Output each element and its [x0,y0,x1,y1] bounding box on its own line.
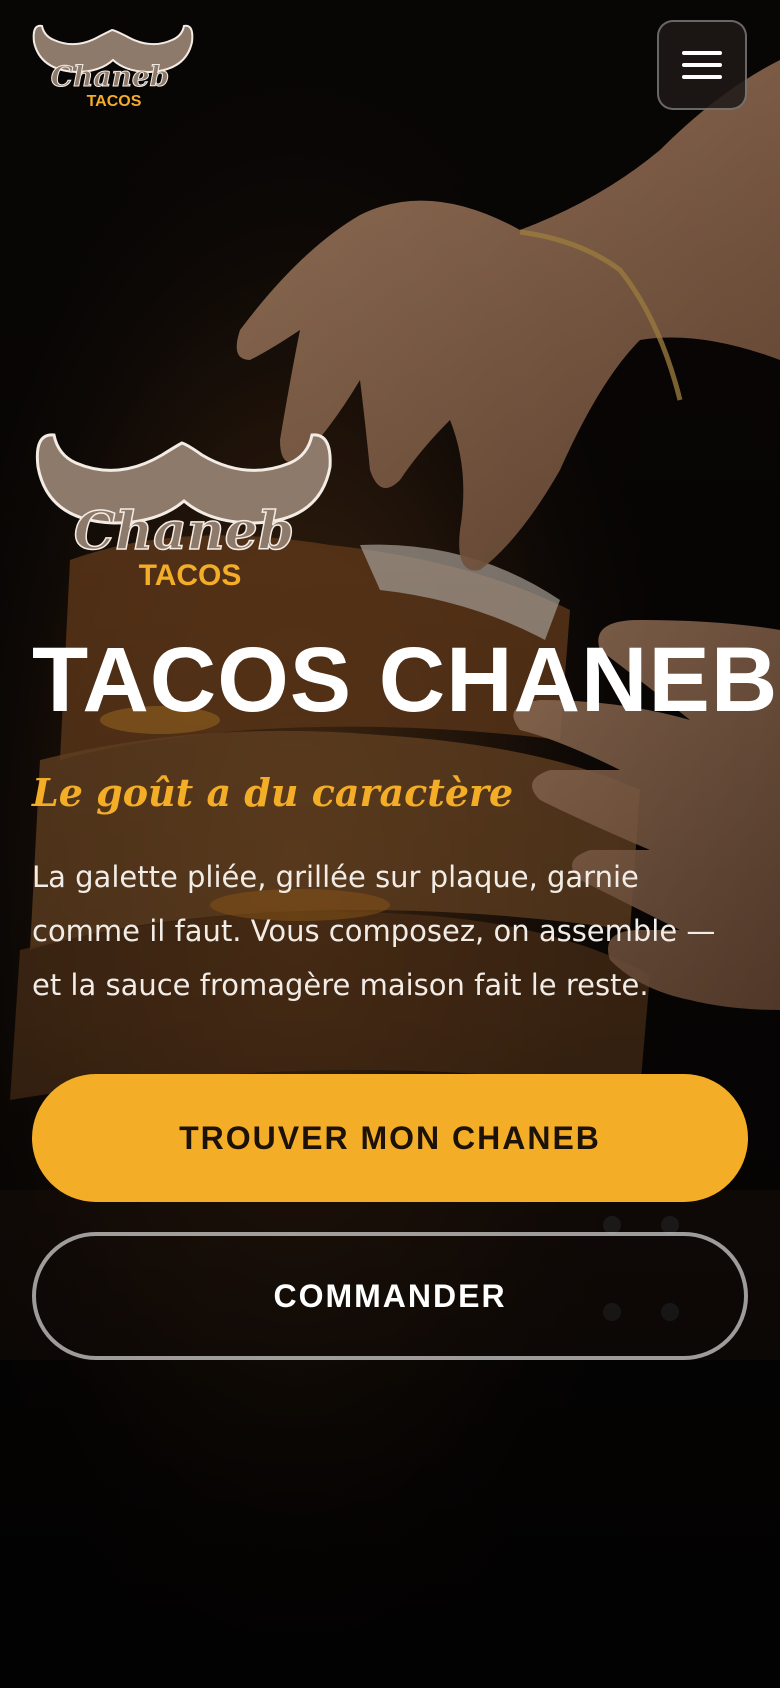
hero-logo-word: Chaneb [74,501,294,562]
logo-word: Chaneb [51,60,170,93]
order-button[interactable]: COMMANDER [32,1232,748,1360]
find-restaurant-button[interactable]: TROUVER MON CHANEB [32,1074,748,1202]
hamburger-menu-icon [682,51,722,79]
hero-logo: Chaneb TACOS [35,433,332,592]
page-title: TACOS CHANEB [32,629,779,731]
hero-logo-sub: TACOS [139,559,242,592]
hero-description: La galette pliée, grillée sur plaque, ga… [32,860,716,1002]
hero-background-image [0,0,780,1688]
logo-sub: TACOS [87,93,142,110]
brand-logo[interactable]: Chaneb TACOS [30,20,195,112]
tagline: Le goût a du caractère [32,770,514,815]
menu-button[interactable] [657,20,747,110]
